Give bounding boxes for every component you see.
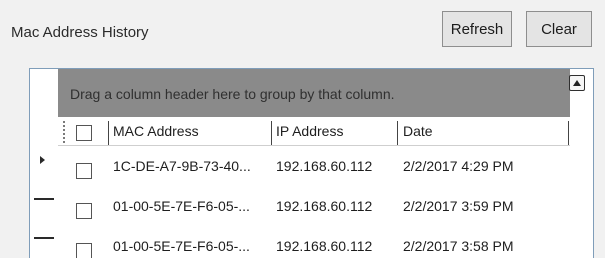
date-cell: 2/2/2017 4:29 PM [403, 158, 514, 174]
table-row[interactable]: 1C-DE-A7-9B-73-40... 192.168.60.112 2/2/… [58, 147, 570, 187]
group-by-hint: Drag a column header here to group by th… [70, 86, 395, 102]
group-by-panel[interactable]: Drag a column header here to group by th… [58, 69, 570, 117]
mac-history-grid: Drag a column header here to group by th… [29, 68, 594, 258]
row-indicator-column [30, 69, 58, 258]
mac-address-history-title: Mac Address History [11, 24, 149, 41]
scroll-up-button[interactable] [569, 75, 585, 91]
ip-address-cell: 192.168.60.112 [276, 198, 373, 214]
header-drag-grip[interactable] [63, 121, 69, 143]
mac-address-cell: 1C-DE-A7-9B-73-40... [113, 158, 251, 174]
row-separator [34, 198, 54, 200]
select-all-checkbox[interactable] [76, 125, 92, 141]
row-checkbox[interactable] [76, 203, 92, 219]
mac-address-cell: 01-00-5E-7E-F6-05-... [113, 198, 250, 214]
ip-address-cell: 192.168.60.112 [276, 158, 373, 174]
header-separator[interactable] [568, 121, 569, 145]
column-header-mac-address[interactable]: MAC Address [113, 123, 199, 139]
row-pointer-icon [40, 156, 45, 164]
date-cell: 2/2/2017 3:59 PM [403, 198, 514, 214]
table-row[interactable]: 01-00-5E-7E-F6-05-... 192.168.60.112 2/2… [58, 187, 570, 227]
ip-address-cell: 192.168.60.112 [276, 238, 373, 254]
header-separator[interactable] [397, 121, 398, 145]
column-header-date[interactable]: Date [403, 123, 433, 139]
table-row[interactable]: 01-00-5E-7E-F6-05-... 192.168.60.112 2/2… [58, 227, 570, 258]
row-separator [34, 237, 54, 239]
refresh-button[interactable]: Refresh [442, 11, 512, 47]
date-cell: 2/2/2017 3:58 PM [403, 238, 514, 254]
chevron-up-icon [573, 80, 581, 86]
column-header-row: MAC Address IP Address Date [58, 117, 570, 147]
mac-address-cell: 01-00-5E-7E-F6-05-... [113, 238, 250, 254]
clear-button[interactable]: Clear [526, 11, 592, 47]
row-checkbox[interactable] [76, 163, 92, 179]
header-bottom-border [58, 145, 570, 146]
header-separator[interactable] [271, 121, 272, 145]
column-header-ip-address[interactable]: IP Address [276, 123, 343, 139]
row-checkbox[interactable] [76, 243, 92, 258]
header-separator[interactable] [108, 121, 109, 145]
